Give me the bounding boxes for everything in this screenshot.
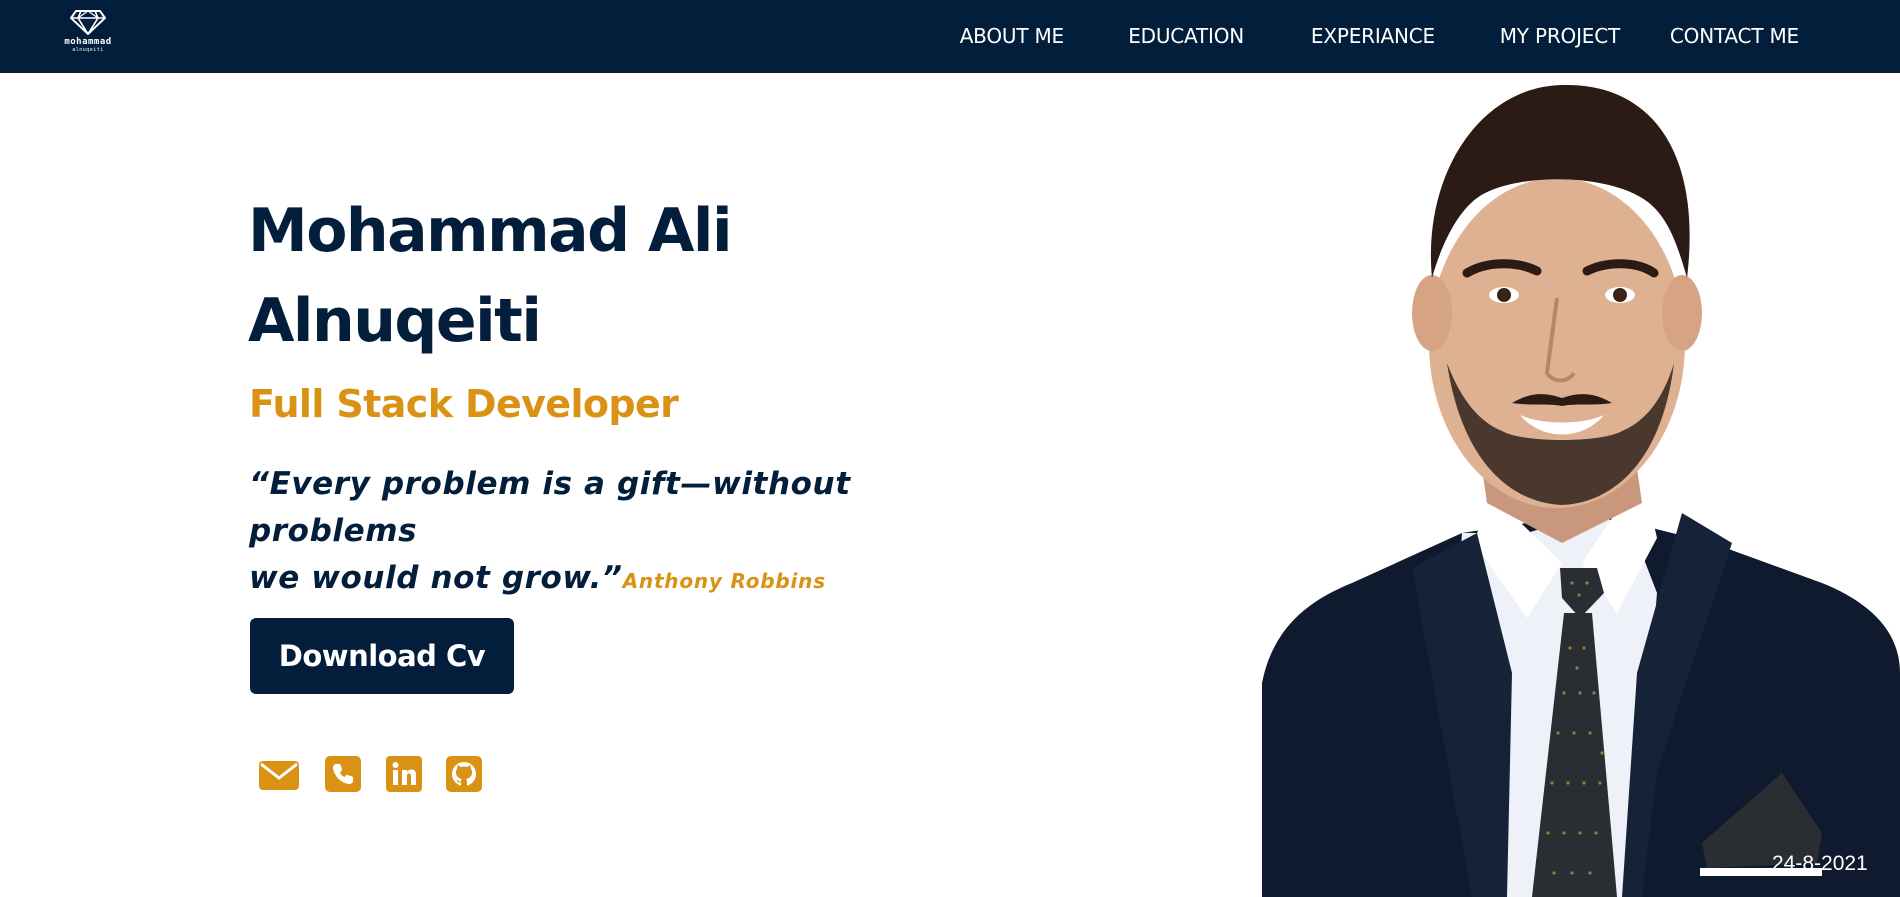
phone-icon[interactable] xyxy=(324,755,364,793)
hero-name: Mohammad Ali Alnuqeiti xyxy=(248,186,868,366)
quote-line-1: “Every problem is a gift—without problem… xyxy=(249,466,851,549)
nav-item-about-me[interactable]: ABOUT ME xyxy=(960,24,1065,48)
diamond-icon xyxy=(70,10,106,35)
hero-quote: “Every problem is a gift—without problem… xyxy=(249,461,1029,605)
linkedin-icon[interactable] xyxy=(385,755,425,793)
nav-item-my-project[interactable]: MY PROJECT xyxy=(1500,24,1620,48)
quote-line-2: we would not grow.” xyxy=(249,560,623,596)
nav-item-experiance[interactable]: EXPERIANCE xyxy=(1311,24,1435,48)
brand-subname: alnuqeiti xyxy=(72,47,104,53)
email-icon[interactable] xyxy=(258,755,299,793)
nav-item-education[interactable]: EDUCATION xyxy=(1128,24,1244,48)
hero-role: Full Stack Developer xyxy=(249,382,679,426)
hero-name-last: Alnuqeiti xyxy=(248,286,542,356)
photo-date-stamp: 24-8-2021 xyxy=(1772,852,1868,875)
top-navbar: mohammad alnuqeiti ABOUT ME EDUCATION EX… xyxy=(0,0,1900,73)
download-cv-button[interactable]: Download Cv xyxy=(250,618,514,694)
quote-author: Anthony Robbins xyxy=(622,569,826,593)
brand-logo[interactable]: mohammad alnuqeiti xyxy=(58,9,118,59)
profile-photo: 24-8-2021 xyxy=(1262,73,1900,897)
nav-item-contact-me[interactable]: CONTACT ME xyxy=(1670,24,1799,48)
hero-name-first: Mohammad Ali xyxy=(248,196,733,266)
brand-name: mohammad xyxy=(64,37,112,47)
github-icon[interactable] xyxy=(445,755,485,793)
